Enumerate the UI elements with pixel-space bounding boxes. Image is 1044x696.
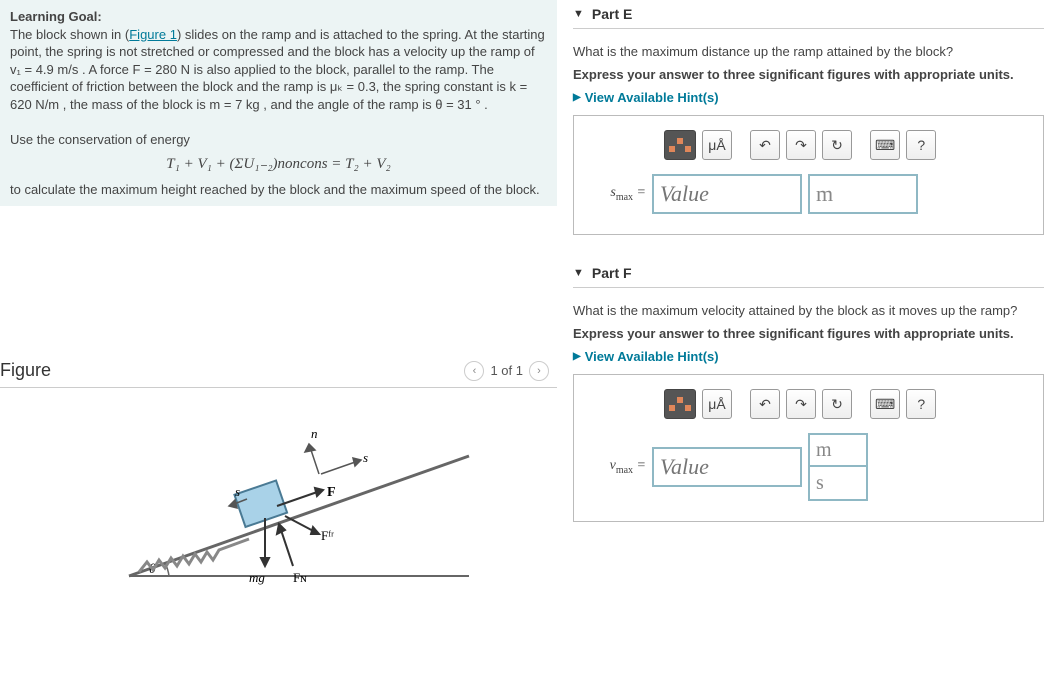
keyboard-icon: ⌨ (875, 137, 895, 154)
pager-prev-button[interactable]: ‹ (464, 361, 484, 381)
part-f-question: What is the maximum velocity attained by… (573, 302, 1044, 320)
undo-icon: ↶ (759, 137, 771, 154)
part-f-instruction: Express your answer to three significant… (573, 326, 1044, 341)
reset-button[interactable]: ↻ (822, 389, 852, 419)
undo-icon: ↶ (759, 396, 771, 413)
reset-icon: ↻ (831, 137, 843, 154)
part-e-question: What is the maximum distance up the ramp… (573, 43, 1044, 61)
s-label-left: s (235, 484, 240, 499)
mg-label: mg (249, 570, 265, 585)
part-f-variable: vmax = (594, 458, 646, 476)
redo-icon: ↷ (795, 396, 807, 413)
symbols-button[interactable]: μÅ (702, 130, 732, 160)
caret-down-icon: ▼ (573, 267, 584, 279)
part-f-unit-input[interactable]: m s (808, 433, 868, 501)
F-label: F (327, 485, 336, 500)
help-button[interactable]: ? (906, 130, 936, 160)
undo-button[interactable]: ↶ (750, 130, 780, 160)
part-f-hints[interactable]: ▶ View Available Hint(s) (573, 349, 1044, 364)
template-button[interactable] (664, 130, 696, 160)
reset-button[interactable]: ↻ (822, 130, 852, 160)
undo-button[interactable]: ↶ (750, 389, 780, 419)
part-f-title: Part F (592, 265, 632, 281)
reset-icon: ↻ (831, 396, 843, 413)
template-button[interactable] (664, 389, 696, 419)
FN-label: Fɴ (293, 570, 307, 585)
figure-pager: ‹ 1 of 1 › (464, 361, 549, 381)
redo-icon: ↷ (795, 137, 807, 154)
pager-label: 1 of 1 (490, 363, 523, 378)
keyboard-icon: ⌨ (875, 396, 895, 413)
goal-text-1a: The block shown in ( (10, 27, 129, 42)
redo-button[interactable]: ↷ (786, 389, 816, 419)
part-e-title: Part E (592, 6, 632, 22)
part-f-answer-box: μÅ ↶ ↷ ↻ ⌨ ? vmax = m s (573, 374, 1044, 522)
caret-right-icon: ▶ (573, 92, 581, 103)
s-label-right: s (363, 450, 368, 465)
part-e-instruction: Express your answer to three significant… (573, 67, 1044, 82)
hints-label: View Available Hint(s) (585, 90, 719, 105)
part-e-value-input[interactable] (652, 174, 802, 214)
keyboard-button[interactable]: ⌨ (870, 130, 900, 160)
hints-label: View Available Hint(s) (585, 349, 719, 364)
part-e-hints[interactable]: ▶ View Available Hint(s) (573, 90, 1044, 105)
figure-diagram: θ s n (0, 388, 557, 599)
figure-title: Figure (0, 360, 51, 381)
energy-equation: T₁ + V₁ + (ΣU₁₋₂)noncons = T₂ + V₂ (10, 154, 547, 174)
part-f-header[interactable]: ▼ Part F (573, 259, 1044, 288)
part-e-variable: smax = (594, 185, 646, 203)
part-f-value-input[interactable] (652, 447, 802, 487)
part-e-unit-input[interactable]: m (808, 174, 918, 214)
redo-button[interactable]: ↷ (786, 130, 816, 160)
symbols-button[interactable]: μÅ (702, 389, 732, 419)
Ffr-label: Fᶠʳ (321, 528, 334, 543)
help-button[interactable]: ? (906, 389, 936, 419)
goal-text-2: Use the conservation of energy (10, 132, 190, 147)
keyboard-button[interactable]: ⌨ (870, 389, 900, 419)
pager-next-button[interactable]: › (529, 361, 549, 381)
part-e-answer-box: μÅ ↶ ↷ ↻ ⌨ ? smax = m (573, 115, 1044, 235)
learning-goal: Learning Goal: The block shown in (Figur… (0, 0, 557, 206)
figure-link[interactable]: Figure 1 (129, 27, 177, 42)
part-e-header[interactable]: ▼ Part E (573, 0, 1044, 29)
goal-heading: Learning Goal: (10, 9, 102, 24)
help-icon: ? (917, 396, 925, 412)
goal-text-3: to calculate the maximum height reached … (10, 182, 540, 197)
caret-right-icon: ▶ (573, 351, 581, 362)
caret-down-icon: ▼ (573, 8, 584, 20)
n-label: n (311, 426, 318, 441)
help-icon: ? (917, 137, 925, 153)
